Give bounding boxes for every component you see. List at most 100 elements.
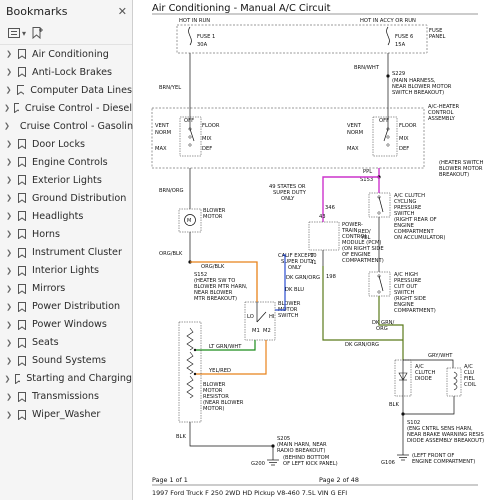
expand-chevron-icon[interactable]: ❯ [4,267,14,275]
expand-chevron-icon[interactable]: ❯ [4,50,14,58]
bookmark-item[interactable]: ❯ Interior Lights [0,262,132,280]
switch1-off: OFF [184,118,194,124]
page-of-left: Page 1 of 1 [152,476,188,484]
expand-chevron-icon[interactable]: ❯ [4,68,14,76]
bookmark-item[interactable]: ❯ Computer Data Lines [0,81,132,99]
expand-chevron-icon[interactable]: ❯ [4,158,14,166]
bookmark-label: Engine Controls [32,156,108,168]
bookmark-icon [18,247,26,258]
bookmark-label: Wiper_Washer [32,409,101,421]
bookmark-item[interactable]: ❯ Door Locks [0,135,132,153]
fuse1-symbol [188,26,192,46]
g106-note-2: ENGINE COMPARTMENT) [412,459,475,465]
ground-g200-label: G200 [251,461,265,467]
bookmark-icon [18,319,26,330]
wire-label-red-yel-2: YEL [360,235,370,241]
expand-chevron-icon[interactable]: ❯ [4,339,14,347]
bookmark-item[interactable]: ❯ Engine Controls [0,153,132,171]
bookmark-item[interactable]: ❯ Power Distribution [0,298,132,316]
expand-chevron-icon[interactable]: ❯ [4,194,14,202]
bookmark-icon [18,193,26,204]
bookmark-icon [18,67,26,78]
ac-cycling-switch-box [368,192,391,218]
pin-43: 43 [319,214,326,220]
expand-chevron-icon[interactable]: ❯ [4,140,14,148]
expand-chevron-icon[interactable]: ❯ [4,375,11,383]
bookmark-item[interactable]: ❯ Transmissions [0,388,132,406]
expand-chevron-icon[interactable]: ❯ [4,303,14,311]
g200-note-2: OF LEFT KICK PANEL) [283,461,338,467]
wire-label-blk-left: BLK [176,434,186,440]
expand-chevron-icon[interactable]: ❯ [4,86,13,94]
switch2-floor: FLOOR [399,123,417,129]
bookmark-item[interactable]: ❯ Power Windows [0,316,132,334]
bookmark-item[interactable]: ❯ Starting and Charging [0,370,132,388]
bookmark-item[interactable]: ❯ Headlights [0,207,132,225]
switch2-norm: NORM [347,130,363,136]
expand-chevron-icon[interactable]: ❯ [4,212,14,220]
bookmark-label: Sound Systems [32,355,107,367]
bookmark-label: Anti-Lock Brakes [32,66,112,78]
bookmark-list: ❯ Air Conditioning ❯ Anti-Lock Brakes ❯ Compu… [0,45,139,424]
fuse6-symbol [386,26,390,46]
bookmark-icon [18,157,26,168]
bookmark-item[interactable]: ❯ Cruise Control - Diesel [0,99,132,117]
expand-chevron-icon[interactable]: ❯ [4,321,14,329]
bookmark-item[interactable]: ❯ Seats [0,334,132,352]
switch1-mix: MIX [202,136,212,142]
ac-high-pressure-switch-box [368,271,391,297]
bookmark-icon [18,211,26,222]
bookmark-label: Power Distribution [32,301,121,313]
chevron-down-icon: ▾ [22,28,27,38]
expand-chevron-icon[interactable]: ❯ [4,230,14,238]
expand-chevron-icon[interactable]: ❯ [4,393,14,401]
wire-label-dk-grn-org-2b: ORG [376,326,388,332]
splice-s229-label: S229 [392,71,405,77]
wire-label-gry-wht: GRY/WHT [428,353,453,359]
bookmark-label: Headlights [32,210,84,222]
bookmark-item[interactable]: ❯ Ground Distribution [0,189,132,207]
bookmark-item[interactable]: ❯ Sound Systems [0,352,132,370]
expand-chevron-icon[interactable]: ❯ [4,285,14,293]
wire-label-brn-wht: BRN/WHT [354,65,380,71]
bookmark-icon [14,373,21,384]
blower-switch-m2: M2 [263,328,271,334]
close-panel-button[interactable]: ✕ [118,5,127,18]
expand-chevron-icon[interactable]: ❯ [4,176,14,184]
expand-chevron-icon[interactable]: ❯ [4,249,14,257]
page-of-right: Page 2 of 48 [319,476,359,484]
bookmark-item[interactable]: ❯ Cruise Control - Gasoline [0,117,139,135]
bookmark-item[interactable]: ❯ Air Conditioning [0,45,132,63]
add-bookmark-button[interactable] [32,27,44,39]
bookmarks-panel: Bookmarks ✕ ▾ ❯ Air Conditioning ❯ Anti-Loc… [0,0,139,500]
hot-in-run-label: HOT IN RUN [179,18,210,24]
bookmark-label: Power Windows [32,319,107,331]
splice-s205 [271,444,275,448]
bookmark-item[interactable]: ❯ Anti-Lock Brakes [0,63,132,81]
options-menu-button[interactable]: ▾ [8,28,26,38]
bookmark-icon [18,301,26,312]
fuse1-label: FUSE 1 [197,34,215,40]
expand-chevron-icon[interactable]: ❯ [4,122,10,130]
blower-resistor-label-5: MOTOR) [203,406,224,412]
bookmark-icon [18,229,26,240]
bookmark-item[interactable]: ❯ Exterior Lights [0,171,132,189]
wire-label-ppl: PPL [363,169,372,175]
pin-346: 346 [325,205,335,211]
splice-s153-label: S153 [360,177,373,183]
bookmark-label: Seats [32,337,59,349]
expand-chevron-icon[interactable]: ❯ [4,104,10,112]
bookmark-item[interactable]: ❯ Horns [0,225,132,243]
s102-note-3: DIODE ASSEMBLY BREAKOUT) [407,438,484,444]
bookmark-label: Cruise Control - Gasoline [19,120,139,132]
bookmark-icon [18,265,26,276]
bookmark-item[interactable]: ❯ Wiper_Washer [0,406,132,424]
switch1-vent: VENT [155,123,170,129]
bookmark-item[interactable]: ❯ Mirrors [0,280,132,298]
expand-chevron-icon[interactable]: ❯ [4,411,14,419]
switch2-mix: MIX [399,136,409,142]
expand-chevron-icon[interactable]: ❯ [4,357,14,365]
ac-heater-label-3: ASSEMBLY [428,116,456,122]
ground-g106-label: G106 [381,460,395,466]
bookmark-item[interactable]: ❯ Instrument Cluster [0,244,132,262]
